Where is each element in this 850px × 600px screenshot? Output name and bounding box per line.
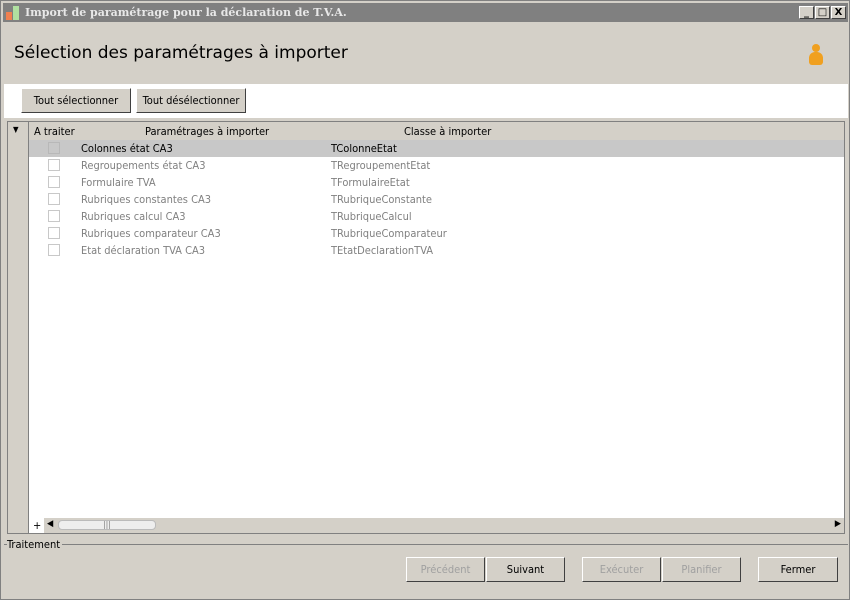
deselect-all-button[interactable]: Tout désélectionner: [136, 88, 246, 113]
close-window-button[interactable]: X: [831, 6, 846, 19]
toolbar: Tout sélectionner Tout désélectionner: [4, 84, 848, 118]
scroll-right-icon[interactable]: ▶: [835, 519, 841, 529]
section-divider: [4, 544, 848, 545]
row-name: Rubriques calcul CA3: [81, 210, 186, 223]
horizontal-scrollbar[interactable]: ◀ ||| ▶: [44, 518, 844, 533]
grid-header: A traiter Paramétrages à importer Classe…: [29, 122, 844, 140]
column-header-class[interactable]: Classe à importer: [404, 125, 491, 138]
select-all-button[interactable]: Tout sélectionner: [21, 88, 131, 113]
window-title: Import de paramétrage pour la déclaratio…: [25, 6, 347, 19]
table-row[interactable]: Rubriques constantes CA3 TRubriqueConstan…: [29, 191, 844, 208]
row-checkbox[interactable]: [48, 159, 60, 171]
section-label: Traitement: [7, 538, 63, 551]
row-checkbox[interactable]: [48, 176, 60, 188]
table-row[interactable]: Colonnes état CA3 TColonneEtat: [29, 140, 844, 157]
scrollbar-thumb[interactable]: |||: [58, 520, 156, 530]
table-row[interactable]: Rubriques calcul CA3 TRubriqueCalcul: [29, 208, 844, 225]
table-row[interactable]: Rubriques comparateur CA3 TRubriqueCompar…: [29, 225, 844, 242]
table-row[interactable]: Etat déclaration TVA CA3 TEtatDeclaration…: [29, 242, 844, 259]
row-checkbox[interactable]: [48, 193, 60, 205]
window: Import de paramétrage pour la déclaratio…: [0, 0, 850, 600]
row-checkbox[interactable]: [48, 210, 60, 222]
row-class: TRegroupementEtat: [331, 159, 431, 172]
schedule-button[interactable]: Planifier: [662, 557, 741, 582]
title-bar[interactable]: Import de paramétrage pour la déclaratio…: [3, 3, 848, 22]
row-class: TFormulaireEtat: [331, 176, 410, 189]
import-grid: ▼ A traiter Paramétrages à importer Clas…: [7, 121, 845, 534]
execute-button[interactable]: Exécuter: [582, 557, 661, 582]
row-class: TColonneEtat: [331, 142, 397, 155]
next-button[interactable]: Suivant: [486, 557, 565, 582]
row-class: TEtatDeclarationTVA: [331, 244, 434, 257]
table-row[interactable]: Regroupements état CA3 TRegroupementEtat: [29, 157, 844, 174]
row-name: Rubriques constantes CA3: [81, 193, 212, 206]
row-name: Rubriques comparateur CA3: [81, 227, 221, 240]
app-icon: [6, 6, 20, 20]
column-header-to-process[interactable]: A traiter: [34, 125, 75, 138]
row-name: Colonnes état CA3: [81, 142, 173, 155]
row-class: TRubriqueCalcul: [331, 210, 412, 223]
user-icon: [808, 44, 824, 66]
page-title: Sélection des paramétrages à importer: [14, 43, 348, 63]
row-checkbox[interactable]: [48, 227, 60, 239]
close-button[interactable]: Fermer: [758, 557, 838, 582]
row-checkbox[interactable]: [48, 244, 60, 256]
scroll-left-icon[interactable]: ◀: [47, 519, 53, 529]
maximize-button[interactable]: □: [815, 6, 830, 19]
row-checkbox[interactable]: [48, 142, 60, 154]
add-row-button[interactable]: +: [33, 519, 41, 532]
row-class: TRubriqueConstante: [331, 193, 433, 206]
row-name: Regroupements état CA3: [81, 159, 206, 172]
table-row[interactable]: Formulaire TVA TFormulaireEtat: [29, 174, 844, 191]
minimize-button[interactable]: _: [799, 6, 814, 19]
column-menu-icon[interactable]: ▼: [13, 125, 19, 134]
row-class: TRubriqueComparateur: [331, 227, 447, 240]
column-header-settings[interactable]: Paramétrages à importer: [145, 125, 269, 138]
previous-button[interactable]: Précédent: [406, 557, 485, 582]
row-name: Formulaire TVA: [81, 176, 156, 189]
row-name: Etat déclaration TVA CA3: [81, 244, 206, 257]
row-indicator-column: ▼: [8, 122, 29, 533]
